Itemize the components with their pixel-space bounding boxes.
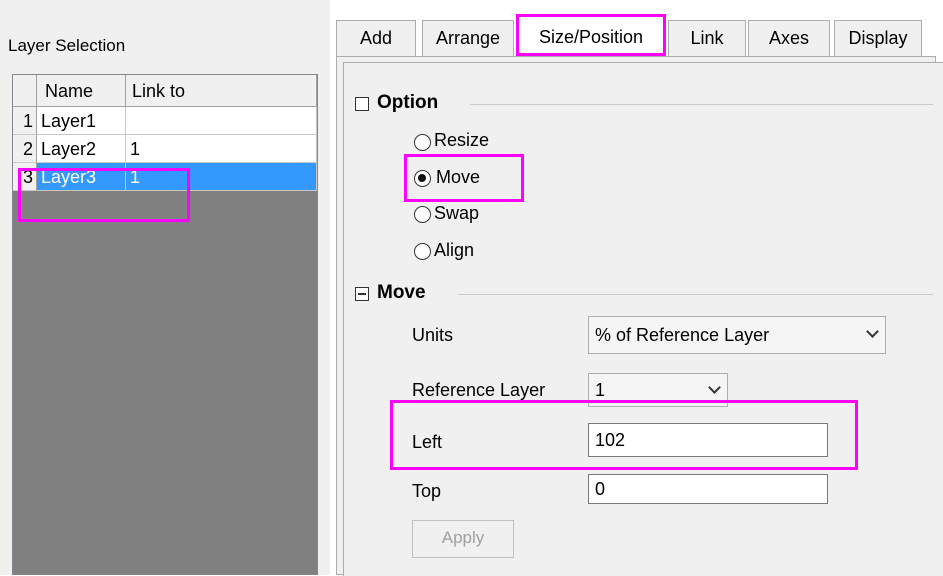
radio-align[interactable] [414, 243, 431, 260]
layer-name-cell[interactable]: Layer1 [37, 107, 126, 135]
tab-display[interactable]: Display [834, 20, 922, 56]
move-group-divider [458, 294, 933, 295]
tab-axes[interactable]: Axes [748, 20, 830, 56]
link-to-cell[interactable] [126, 107, 317, 135]
move-radio-highlight [404, 154, 524, 202]
radio-swap-label: Swap [434, 203, 480, 223]
left-field-highlight [390, 400, 858, 470]
option-group-divider [470, 104, 933, 105]
reference-layer-label: Reference Layer [412, 380, 546, 400]
link-to-cell[interactable]: 1 [126, 135, 317, 163]
option-group-title: Option [377, 92, 439, 113]
radio-align-label: Align [434, 240, 475, 260]
row-number[interactable]: 2 [13, 135, 37, 163]
row-number[interactable]: 1 [13, 107, 37, 135]
column-header-name[interactable]: Name [37, 75, 126, 107]
top-label: Top [412, 481, 442, 501]
apply-button[interactable]: Apply [412, 520, 514, 558]
reference-layer-select-value: 1 [595, 380, 606, 400]
collapse-icon [358, 293, 366, 295]
radio-swap[interactable] [414, 206, 431, 223]
layer-grid[interactable]: Name Link to 1 Layer1 2 Layer2 1 3 Layer… [12, 74, 318, 575]
layer-name-cell[interactable]: Layer2 [37, 135, 126, 163]
radio-resize-label: Resize [434, 130, 490, 150]
radio-resize[interactable] [414, 134, 431, 151]
units-select[interactable]: % of Reference Layer [588, 316, 886, 354]
move-group-title: Move [377, 282, 426, 303]
units-label: Units [412, 325, 454, 345]
tab-add[interactable]: Add [336, 20, 416, 56]
option-group-toggle[interactable] [355, 97, 369, 111]
units-select-value: % of Reference Layer [595, 325, 770, 345]
chevron-down-icon [708, 381, 721, 394]
grid-corner [13, 75, 37, 107]
tab-link[interactable]: Link [668, 20, 746, 56]
top-input[interactable]: 0 [588, 474, 828, 504]
move-group-toggle[interactable] [355, 287, 369, 301]
layer-selection-title: Layer Selection [8, 36, 126, 55]
selected-row-highlight [18, 168, 190, 222]
chevron-down-icon [866, 325, 879, 338]
column-header-link-to[interactable]: Link to [126, 75, 317, 107]
tab-arrange[interactable]: Arrange [422, 20, 514, 56]
tab-size-position[interactable]: Size/Position [516, 14, 666, 56]
